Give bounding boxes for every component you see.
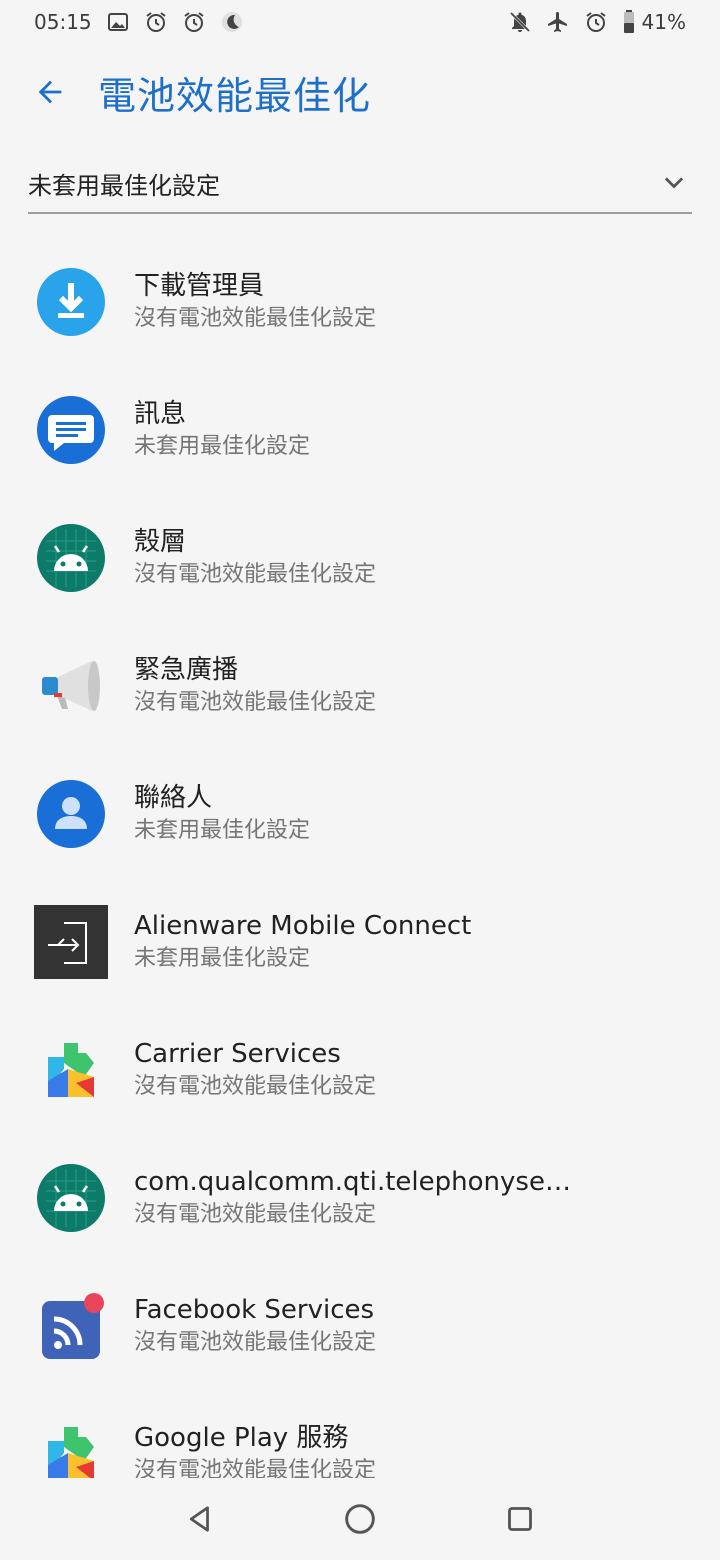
app-name: 訊息: [134, 399, 187, 429]
app-name: 聯絡人: [134, 783, 213, 813]
app-list: 下載管理員 沒有電池效能最佳化設定 訊息 未套用最佳化設定 殼層 沒有電池效能最…: [0, 238, 720, 1478]
list-item[interactable]: Facebook Services 沒有電池效能最佳化設定: [0, 1262, 720, 1390]
airplane-mode-icon: [546, 10, 570, 34]
list-item[interactable]: 緊急廣播 沒有電池效能最佳化設定: [0, 622, 720, 750]
list-item[interactable]: 訊息 未套用最佳化設定: [0, 366, 720, 494]
play-services-icon: [34, 1033, 108, 1107]
facebook-services-icon: [34, 1289, 108, 1363]
app-name: Facebook Services: [134, 1295, 375, 1325]
app-name: Google Play 服務: [134, 1423, 349, 1453]
app-name: Carrier Services: [134, 1039, 341, 1069]
list-item-text: Facebook Services 沒有電池效能最佳化設定: [134, 1293, 376, 1359]
status-time: 05:15: [34, 10, 92, 34]
list-item-text: 訊息 未套用最佳化設定: [134, 397, 310, 463]
app-status: 沒有電池效能最佳化設定: [134, 562, 377, 587]
alarm-icon: [584, 10, 608, 34]
filter-dropdown[interactable]: 未套用最佳化設定: [28, 154, 692, 214]
page-title: 電池效能最佳化: [98, 73, 372, 118]
image-icon: [106, 10, 130, 34]
app-status: 沒有電池效能最佳化設定: [134, 1074, 377, 1099]
app-status: 沒有電池效能最佳化設定: [134, 306, 377, 331]
app-status: 沒有電池效能最佳化設定: [134, 1330, 377, 1355]
app-status: 沒有電池效能最佳化設定: [134, 1458, 377, 1478]
nav-home-button[interactable]: [336, 1495, 384, 1543]
status-right: 41%: [508, 10, 686, 34]
app-status: 未套用最佳化設定: [134, 946, 311, 971]
app-status: 沒有電池效能最佳化設定: [134, 690, 377, 715]
alarm-icon: [182, 10, 206, 34]
list-item-text: 下載管理員 沒有電池效能最佳化設定: [134, 269, 376, 335]
app-status: 沒有電池效能最佳化設定: [134, 1202, 377, 1227]
android-icon: [34, 1161, 108, 1235]
android-icon: [34, 521, 108, 595]
app-status: 未套用最佳化設定: [134, 434, 311, 459]
list-item[interactable]: Carrier Services 沒有電池效能最佳化設定: [0, 1006, 720, 1134]
list-item[interactable]: 殼層 沒有電池效能最佳化設定: [0, 494, 720, 622]
list-item-text: Carrier Services 沒有電池效能最佳化設定: [134, 1037, 376, 1103]
contacts-icon: [34, 777, 108, 851]
recents-square-icon: [508, 1507, 532, 1531]
filter-selected-value: 未套用最佳化設定: [28, 171, 220, 200]
back-button[interactable]: [30, 72, 70, 112]
battery-icon: [622, 10, 636, 34]
battery-indicator: 41%: [622, 10, 686, 34]
list-item[interactable]: com.qualcomm.qti.telephonyservi.. 沒有電池效能…: [0, 1134, 720, 1262]
notifications-off-icon: [508, 10, 532, 34]
home-circle-icon: [345, 1504, 375, 1534]
list-item[interactable]: Alienware Mobile Connect 未套用最佳化設定: [0, 878, 720, 1006]
play-services-icon: [34, 1417, 108, 1478]
list-item-text: com.qualcomm.qti.telephonyservi.. 沒有電池效能…: [134, 1165, 574, 1231]
list-item-text: 緊急廣播 沒有電池效能最佳化設定: [134, 653, 376, 719]
megaphone-icon: [34, 649, 108, 723]
alienware-connect-icon: [34, 905, 108, 979]
app-status: 未套用最佳化設定: [134, 818, 311, 843]
list-item-text: Alienware Mobile Connect 未套用最佳化設定: [134, 909, 471, 975]
alarm-icon: [144, 10, 168, 34]
app-name: Alienware Mobile Connect: [134, 911, 472, 941]
app-name: 下載管理員: [134, 271, 265, 301]
back-triangle-icon: [189, 1506, 209, 1532]
app-bar: 電池效能最佳化: [0, 44, 720, 140]
list-item[interactable]: 下載管理員 沒有電池效能最佳化設定: [0, 238, 720, 366]
nav-back-button[interactable]: [176, 1495, 224, 1543]
app-name: com.qualcomm.qti.telephonyservi..: [134, 1167, 574, 1197]
download-manager-icon: [34, 265, 108, 339]
list-item[interactable]: 聯絡人 未套用最佳化設定: [0, 750, 720, 878]
arrow-back-icon: [38, 80, 62, 104]
app-name: 緊急廣播: [134, 655, 239, 685]
battery-percentage: 41%: [641, 10, 686, 34]
navigation-bar: [0, 1478, 720, 1560]
list-item-text: 聯絡人 未套用最佳化設定: [134, 781, 310, 847]
list-item-text: Google Play 服務 沒有電池效能最佳化設定: [134, 1421, 376, 1478]
list-item-text: 殼層 沒有電池效能最佳化設定: [134, 525, 376, 591]
app-name: 殼層: [134, 527, 187, 557]
chevron-down-icon: [664, 177, 684, 189]
status-left: 05:15: [34, 10, 244, 34]
nav-recents-button[interactable]: [496, 1495, 544, 1543]
messages-icon: [34, 393, 108, 467]
do-not-disturb-moon-icon: [220, 10, 244, 34]
list-item[interactable]: Google Play 服務 沒有電池效能最佳化設定: [0, 1390, 720, 1478]
status-bar: 05:15 41%: [0, 0, 720, 44]
